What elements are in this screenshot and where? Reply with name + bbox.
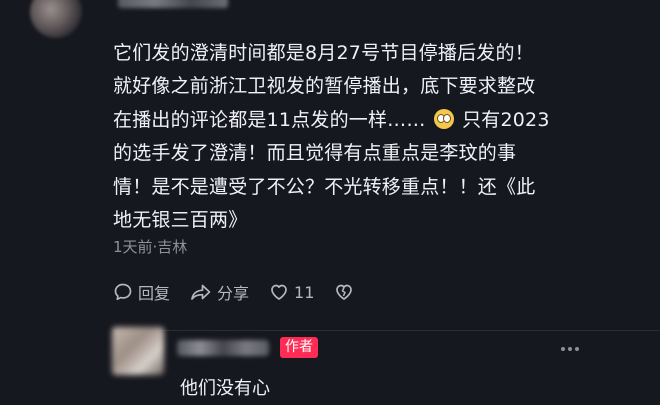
comment-line: 情！是不是遭受了不公？不光转移重点！！还《此 [113,175,536,198]
dislike-button[interactable] [334,282,359,302]
reply-text: 他们没有心 [180,378,270,399]
comment-text: 它们发的澄清时间都是8月27号节目停播后发的！ 就好像之前浙江卫视发的暂停播出，… [113,37,613,237]
comment-actions: 回复 分享 11 [113,280,379,304]
heart-icon [271,284,287,300]
like-count: 11 [294,282,315,302]
reply-username-blurred[interactable] [177,340,269,356]
comment-meta: 1天前·吉林 [113,238,188,256]
share-label: 分享 [217,284,250,303]
avatar[interactable] [30,0,82,38]
comment-bubble-icon [114,283,132,301]
broken-heart-icon [336,284,353,300]
more-options-icon[interactable] [561,347,579,351]
reply-label: 回复 [138,284,171,303]
comment-line: 在播出的评论都是11点发的一样…… [113,108,426,131]
rolling-eyes-emoji-icon [433,108,454,129]
like-button[interactable]: 11 [269,282,314,302]
share-button[interactable]: 分享 [190,280,249,304]
reply-button[interactable]: 回复 [113,280,170,304]
username-blurred[interactable] [118,0,228,8]
comment-line: 它们发的澄清时间都是8月27号节目停播后发的！ [113,42,534,64]
reply-avatar[interactable] [112,327,164,375]
comment-line: 就好像之前浙江卫视发的暂停播出，底下要求整改 [113,75,536,98]
comment-line: 的选手发了澄清！而且觉得有点重点是李玟的事 [113,142,517,165]
comment-line: 只有2023 [462,108,550,131]
divider [113,330,660,331]
share-arrow-icon [191,284,211,300]
author-badge: 作者 [280,337,318,358]
comment-line: 地无银三百两》 [113,209,248,232]
